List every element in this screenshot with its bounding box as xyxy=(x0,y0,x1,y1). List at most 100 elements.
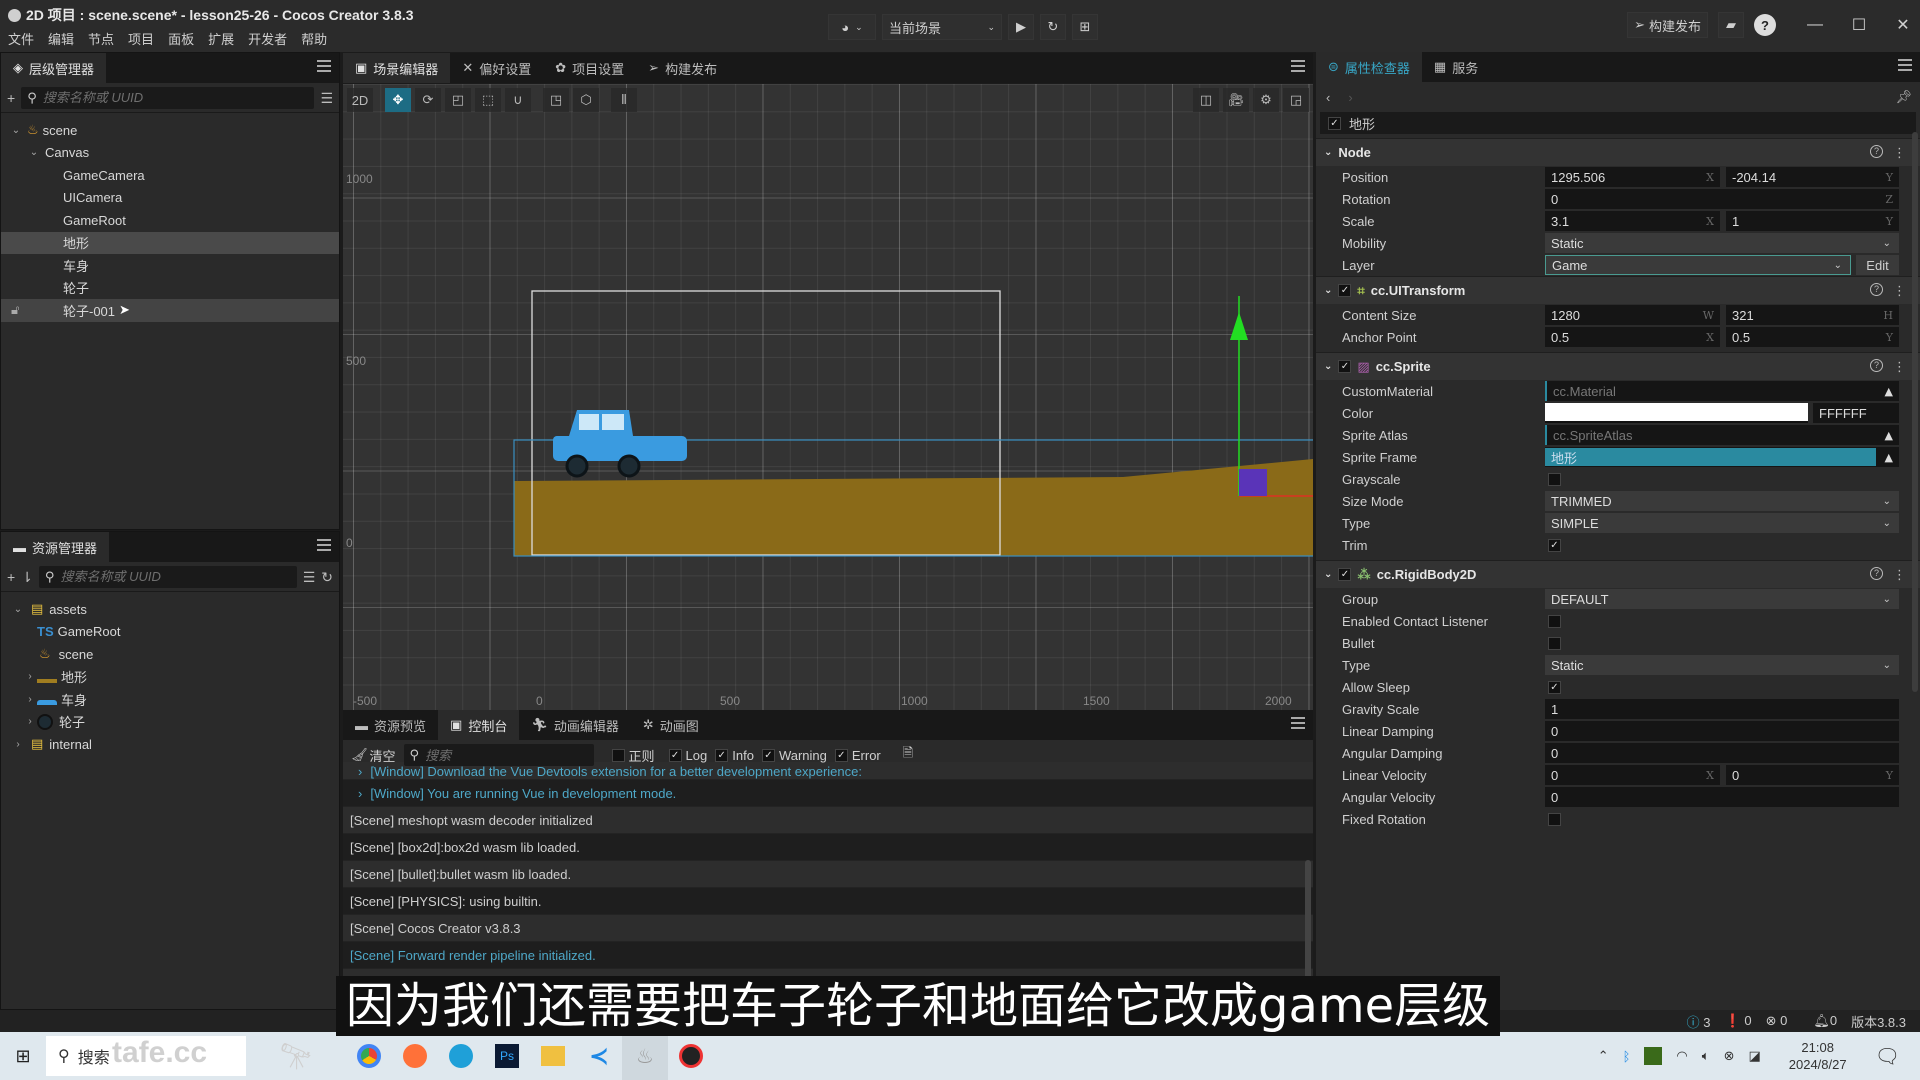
view-layout-button[interactable]: ◫ xyxy=(1193,88,1219,112)
anchor-y-input[interactable]: 0.5 Y xyxy=(1726,327,1899,347)
hierarchy-search-input[interactable] xyxy=(42,90,309,105)
asset-picker-icon[interactable]: ▲ xyxy=(1885,451,1893,464)
section-uitransform[interactable]: ⌄ ✓ ⌗ cc.UITransform ? ⋮ xyxy=(1316,276,1920,304)
tree-item-scene[interactable]: ⌄ ♨ scene xyxy=(1,119,339,142)
component-enabled-checkbox[interactable]: ✓ xyxy=(1338,284,1352,297)
vscode-app[interactable]: ≺ xyxy=(576,1032,622,1080)
open-folder-button[interactable]: ▰ xyxy=(1718,12,1744,38)
checkbox[interactable]: ✓ xyxy=(834,748,848,762)
scale-y-input[interactable]: 1Y xyxy=(1726,211,1899,231)
asset-item[interactable]: TS GameRoot xyxy=(1,621,339,644)
tab-assets[interactable]: ▬ 资源管理器 xyxy=(1,532,110,562)
platform-select[interactable]: ◕ ⌄ xyxy=(828,14,876,40)
node-name-field[interactable]: 地形 xyxy=(1349,114,1375,133)
tray-app-icon[interactable]: ⊗ xyxy=(1724,1048,1735,1064)
qrcode-button[interactable]: ⊞ xyxy=(1072,14,1098,40)
obs-app[interactable] xyxy=(668,1032,714,1080)
asset-item[interactable]: › 轮子 xyxy=(1,711,339,734)
refresh-icon[interactable]: ↻ xyxy=(321,570,333,584)
chevron-right-icon[interactable]: › xyxy=(23,694,37,705)
angular-damping-input[interactable]: 0 xyxy=(1545,743,1899,763)
section-sprite[interactable]: ⌄ ✓ ▨ cc.Sprite ? ⋮ xyxy=(1316,352,1920,380)
add-asset-icon[interactable]: + xyxy=(7,570,15,584)
panel-menu-icon[interactable] xyxy=(1898,59,1912,71)
filter-log[interactable]: ✓ Log xyxy=(668,748,707,763)
sprite-atlas-field[interactable]: cc.SpriteAtlas ▲ xyxy=(1545,425,1899,445)
chevron-right-icon[interactable]: › xyxy=(23,671,37,682)
clock[interactable]: 21:08 2024/8/27 xyxy=(1789,1039,1847,1073)
tab-asset-preview[interactable]: ▬ 资源预览 xyxy=(343,710,438,740)
start-button[interactable]: ⊞ xyxy=(0,1032,46,1080)
log-file-icon[interactable]: 🗎 xyxy=(903,744,913,766)
photoshop-app[interactable]: Ps xyxy=(484,1032,530,1080)
forward-icon[interactable]: › xyxy=(1348,90,1352,105)
pen-icon[interactable]: ◪ xyxy=(1748,1048,1760,1064)
menu-extension[interactable]: 扩展 xyxy=(208,29,234,48)
tab-animation-graph[interactable]: ✲ 动画图 xyxy=(631,710,711,740)
log-line[interactable]: [Scene] [box2d]:box2d wasm lib loaded. xyxy=(343,834,1313,861)
wifi-icon[interactable]: ◠ xyxy=(1676,1048,1687,1064)
tab-console[interactable]: ▣ 控制台 xyxy=(438,710,520,740)
menu-developer[interactable]: 开发者 xyxy=(248,29,287,48)
tab-animation-editor[interactable]: 🏃︎ 动画编辑器 xyxy=(519,710,631,740)
toggle-2d-button[interactable]: 2D xyxy=(347,88,373,112)
group-select[interactable]: DEFAULT ⌄ xyxy=(1545,589,1899,609)
move-tool-button[interactable]: ✥ xyxy=(385,88,411,112)
scene-settings-button[interactable]: ⚙ xyxy=(1253,88,1279,112)
edge-app[interactable] xyxy=(438,1032,484,1080)
warning-count[interactable]: ❗ 0 xyxy=(1725,1013,1752,1029)
tree-item-hovered[interactable]: 🔓︎ 轮子-001 ➤ xyxy=(1,299,339,322)
filter-error[interactable]: ✓ Error xyxy=(834,748,881,763)
linear-damping-input[interactable]: 0 xyxy=(1545,721,1899,741)
bullet-checkbox[interactable] xyxy=(1548,636,1561,650)
volume-icon[interactable]: 🔈︎ xyxy=(1702,1048,1710,1064)
maximize-button[interactable]: ☐ xyxy=(1842,12,1876,38)
log-line[interactable]: › [Window] Download the Vue Devtools exte… xyxy=(343,762,1313,780)
component-enabled-checkbox[interactable]: ✓ xyxy=(1338,360,1352,373)
chevron-right-icon[interactable]: › xyxy=(23,716,37,727)
minimize-button[interactable]: — xyxy=(1798,12,1832,38)
more-icon[interactable]: ⋮ xyxy=(1893,283,1906,299)
tab-preferences[interactable]: ✕ 偏好设置 xyxy=(450,53,543,83)
scene-gizmo-button[interactable]: ◲ xyxy=(1283,88,1309,112)
asset-item[interactable]: › 地形 xyxy=(1,666,339,689)
assets-search-input[interactable] xyxy=(60,569,291,584)
scale-tool-button[interactable]: ◰ xyxy=(445,88,471,112)
menu-project[interactable]: 项目 xyxy=(128,29,154,48)
chevron-down-icon[interactable]: ⌄ xyxy=(27,147,41,158)
color-hex-input[interactable]: FFFFFF xyxy=(1813,403,1899,423)
hierarchy-search[interactable]: ⚲ xyxy=(21,86,315,109)
checkbox[interactable]: ✓ xyxy=(668,748,682,762)
help-button[interactable]: ? xyxy=(1754,14,1776,36)
rotate-tool-button[interactable]: ⟳ xyxy=(415,88,441,112)
help-icon[interactable]: ? xyxy=(1870,566,1883,580)
refresh-button[interactable]: ↻ xyxy=(1040,14,1066,40)
tree-item-selected[interactable]: 地形 xyxy=(1,231,339,254)
chrome-app[interactable] xyxy=(346,1032,392,1080)
clear-button[interactable]: 🧹︎ 清空 xyxy=(351,746,396,765)
help-icon[interactable]: ? xyxy=(1870,282,1883,296)
tab-scene-editor[interactable]: ▣ 场景编辑器 xyxy=(343,53,451,83)
asset-item[interactable]: › 车身 xyxy=(1,688,339,711)
tree-options-icon[interactable]: ☰ xyxy=(303,570,316,584)
checkbox[interactable]: ✓ xyxy=(715,748,729,762)
size-mode-select[interactable]: TRIMMED ⌄ xyxy=(1545,491,1899,511)
tree-item[interactable]: GameCamera xyxy=(1,164,339,187)
more-icon[interactable]: ⋮ xyxy=(1893,567,1906,583)
assets-search[interactable]: ⚲ xyxy=(38,565,297,588)
more-icon[interactable]: ⋮ xyxy=(1893,359,1906,375)
asset-item-internal[interactable]: › ▤ internal xyxy=(1,733,339,756)
log-line[interactable]: [Scene] Forward render pipeline initiali… xyxy=(343,942,1313,969)
tree-options-icon[interactable]: ☰ xyxy=(320,91,333,105)
sprite-type-select[interactable]: SIMPLE ⌄ xyxy=(1545,513,1899,533)
log-line[interactable]: [Scene] [bullet]:bullet wasm lib loaded. xyxy=(343,861,1313,888)
more-icon[interactable]: ⋮ xyxy=(1893,145,1906,161)
chevron-right-icon[interactable]: › xyxy=(11,739,25,750)
tree-item[interactable]: GameRoot xyxy=(1,209,339,232)
scene-select[interactable]: 当前场景 ⌄ xyxy=(882,14,1002,40)
camera-button[interactable]: 🎥︎ xyxy=(1223,88,1249,112)
asset-item-assets[interactable]: ⌄ ▤ assets xyxy=(1,598,339,621)
notification-count[interactable]: 🔔︎0 xyxy=(1813,1013,1837,1029)
pin-icon[interactable]: 📌︎ xyxy=(1895,89,1912,105)
unlock-icon[interactable]: 🔓︎ xyxy=(11,302,19,318)
